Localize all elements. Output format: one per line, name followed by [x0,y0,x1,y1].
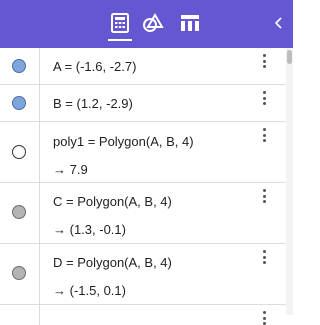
row-content[interactable]: D = Polygon(A, B, 4) → (-1.5, 0.1) [53,255,172,298]
point-marker-icon[interactable] [12,59,26,73]
row-definition: poly1 = Polygon(A, B, 4) [53,134,194,149]
row-definition: B = (1.2, -2.9) [53,96,133,111]
row-definition: D = Polygon(A, B, 4) [53,255,172,270]
more-options-icon[interactable] [261,128,267,142]
visibility-toggle[interactable] [0,122,40,182]
more-options-icon[interactable] [261,189,267,203]
algebra-row[interactable]: C = Polygon(A, B, 4) → (1.3, -0.1) [0,183,286,244]
more-options-icon[interactable] [261,250,267,264]
chevron-left-icon[interactable] [273,14,285,32]
scrollbar-thumb[interactable] [287,50,292,64]
top-toolbar [0,0,293,48]
shapes-icon[interactable] [140,10,166,36]
row-content[interactable]: C = Polygon(A, B, 4) → (1.3, -0.1) [53,194,172,237]
more-options-icon[interactable] [261,311,267,325]
row-output: → (1.3, -0.1) [53,222,126,237]
algebra-row[interactable]: poly1 = Polygon(A, B, 4) → 7.9 [0,122,286,183]
algebra-view: A = (-1.6, -2.7) B = (1.2, -2.9) poly1 =… [0,48,286,325]
visibility-toggle[interactable] [0,183,40,243]
point-marker-icon[interactable] [12,205,26,219]
row-content[interactable]: poly1 = Polygon(A, B, 4) → 7.9 [53,134,194,177]
calculator-icon[interactable] [107,10,133,41]
point-marker-icon[interactable] [12,96,26,110]
visibility-toggle[interactable] [0,305,40,325]
visibility-toggle[interactable] [0,244,40,304]
row-output: → (-1.5, 0.1) [53,283,126,298]
table-icon[interactable] [177,10,203,36]
row-content[interactable]: B = (1.2, -2.9) [53,96,133,111]
algebra-row[interactable]: D = Polygon(A, B, 4) → (-1.5, 0.1) [0,244,286,305]
row-output: → 7.9 [53,162,88,177]
point-marker-icon[interactable] [12,266,26,280]
row-definition: C = Polygon(A, B, 4) [53,194,172,209]
algebra-row[interactable] [0,305,286,325]
more-options-icon[interactable] [261,54,267,68]
visibility-toggle[interactable] [0,85,40,121]
visibility-toggle[interactable] [0,48,40,84]
row-definition: A = (-1.6, -2.7) [53,59,137,74]
scrollbar[interactable] [286,48,293,315]
algebra-row[interactable]: A = (-1.6, -2.7) [0,48,286,85]
algebra-row[interactable]: B = (1.2, -2.9) [0,85,286,122]
polygon-marker-icon[interactable] [12,145,26,159]
row-content[interactable]: A = (-1.6, -2.7) [53,59,136,74]
more-options-icon[interactable] [261,91,267,105]
